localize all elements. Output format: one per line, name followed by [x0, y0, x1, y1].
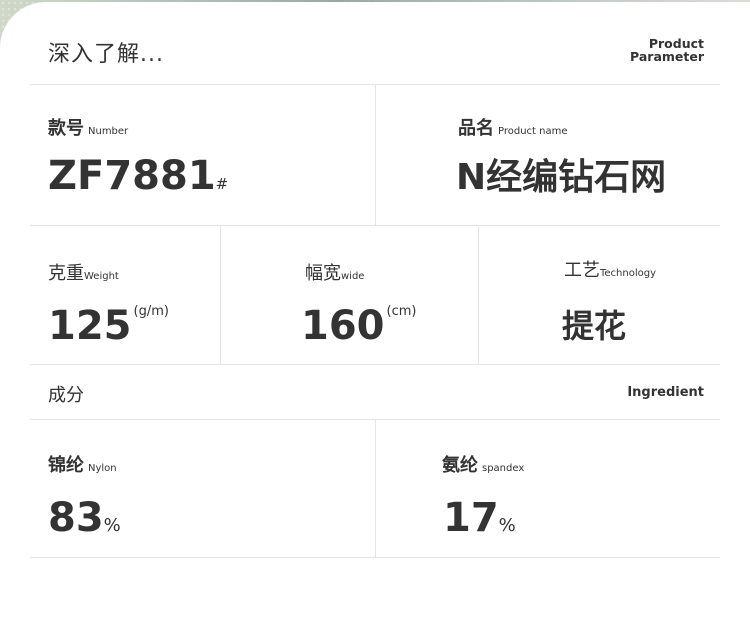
divider: [30, 225, 720, 226]
divider: [375, 84, 376, 225]
width-label: 幅宽wide: [305, 263, 365, 284]
divider: [375, 419, 376, 557]
width-value: 160 (cm): [301, 303, 417, 349]
weight-value: 125 (g/m): [48, 303, 169, 349]
technology-value: 提花: [562, 307, 627, 345]
number-label: 款号 Number: [48, 118, 129, 139]
ingredient-label-en: Ingredient: [627, 385, 704, 400]
spandex-label: 氨纶 spandex: [442, 455, 525, 476]
section-title-en: Product Parameter: [630, 36, 704, 64]
ingredient-label: 成分: [48, 385, 84, 406]
nylon-value: 83%: [48, 495, 121, 541]
weight-label: 克重Weight: [48, 263, 119, 284]
product-name-value: N经编钻石网: [456, 157, 667, 198]
section-title: 深入了解...: [48, 42, 164, 67]
parameter-card: 深入了解... Product Parameter 款号 Number ZF788…: [0, 2, 750, 621]
divider: [220, 225, 221, 364]
divider: [30, 557, 720, 558]
spandex-value: 17%: [443, 495, 516, 541]
divider: [478, 225, 479, 364]
number-value: ZF7881#: [48, 153, 229, 199]
product-name-label: 品名 Product name: [458, 118, 568, 139]
technology-label: 工艺Technology: [564, 260, 657, 281]
nylon-label: 锦纶 Nylon: [48, 455, 117, 476]
divider: [30, 364, 720, 365]
